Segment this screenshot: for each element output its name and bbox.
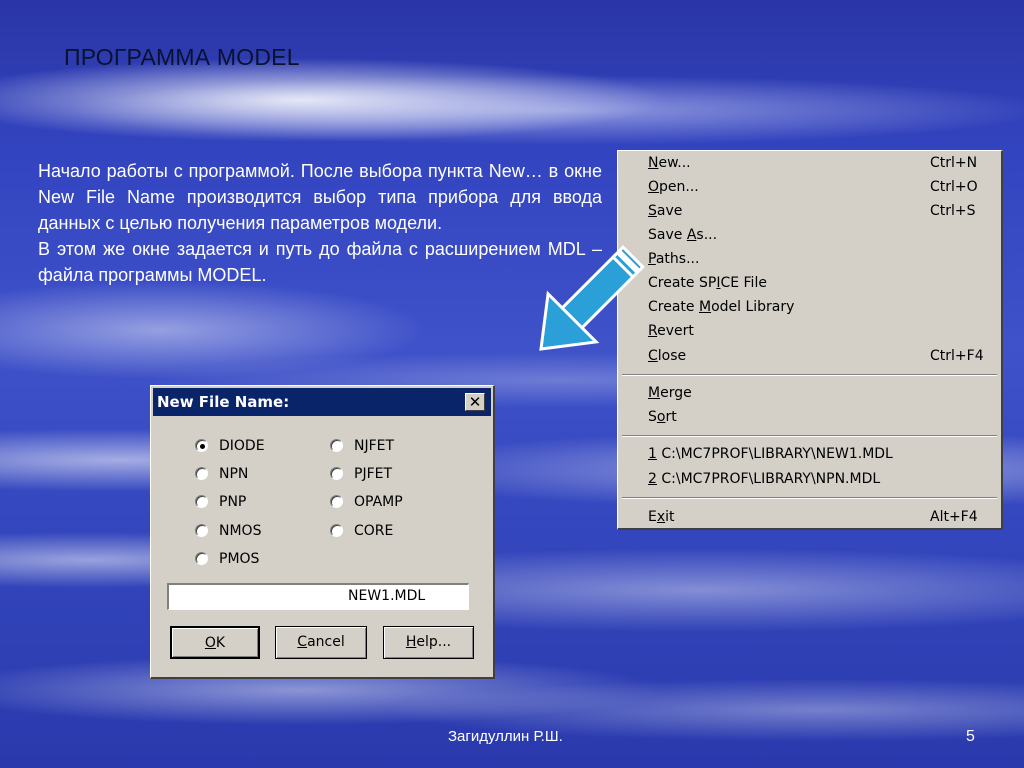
menu-item-paths[interactable]: Paths... [648, 248, 988, 270]
menu-item-close[interactable]: Close Ctrl+F4 [648, 345, 988, 367]
menu-shortcut: Ctrl+N [930, 155, 978, 171]
button-label: K [215, 635, 226, 651]
menu-item-create-spice-file[interactable]: Create SPICE File [648, 272, 988, 294]
menu-shortcut: Ctrl+O [930, 179, 978, 195]
dialog-title: New File Name: [157, 393, 290, 411]
menu-mnemonic: N [648, 155, 659, 171]
menu-item-save-as[interactable]: Save As... [648, 224, 988, 246]
file-name-value: NEW1.MDL [348, 588, 426, 604]
help-button[interactable]: Help... [383, 626, 474, 659]
page-number: 5 [966, 728, 975, 745]
menu-label-suffix: ave [656, 203, 683, 219]
menu-mnemonic: M [698, 299, 712, 315]
button-label: ancel [307, 634, 345, 650]
radio-label: PMOS [219, 551, 260, 567]
menu-mnemonic: 1 [648, 446, 657, 462]
button-mnemonic: O [204, 635, 216, 651]
menu-shortcut: Alt+F4 [930, 509, 978, 525]
menu-label-suffix: odel Library [711, 299, 795, 315]
slide-title: ПРОГРАММА MODEL [64, 44, 300, 70]
radio-label: PJFET [354, 466, 393, 482]
close-icon: ✕ [468, 393, 482, 411]
menu-label-suffix: lose [657, 348, 687, 364]
radio-label: PNP [219, 494, 247, 510]
menu-item-sort[interactable]: Sort [648, 406, 988, 428]
radio-circle [195, 467, 208, 480]
menu-mnemonic: 2 [648, 471, 657, 487]
radio-circle [195, 439, 208, 452]
radio-label: NPN [219, 466, 249, 482]
menu-label-suffix: pen... [659, 179, 699, 195]
menu-label-prefix: Create [648, 299, 699, 315]
menu-mnemonic: A [686, 227, 697, 243]
menu-label-prefix: S [648, 409, 657, 425]
menu-label-suffix: s... [696, 227, 718, 243]
menu-label-suffix: erge [660, 385, 692, 401]
file-name-input[interactable]: NEW1.MDL [167, 583, 469, 610]
arrow-pointer-icon [539, 245, 645, 351]
body-paragraph-2: В этом же окне задается и путь до файла … [38, 239, 602, 285]
radio-label: NMOS [219, 523, 262, 539]
menu-separator [622, 374, 997, 376]
menu-item-recent-file-2[interactable]: 2 C:\MC7PROF\LIBRARY\NPN.MDL [648, 468, 988, 490]
radio-circle [330, 495, 343, 508]
menu-mnemonic: M [648, 385, 661, 401]
radio-circle [330, 467, 343, 480]
slide-body: Начало работы с программой. После выбора… [38, 158, 602, 288]
body-paragraph-1: Начало работы с программой. После выбора… [38, 161, 602, 233]
menu-item-recent-file-1[interactable]: 1 C:\MC7PROF\LIBRARY\NEW1.MDL [648, 443, 988, 465]
menu-item-new[interactable]: New... Ctrl+N [648, 152, 988, 174]
menu-mnemonic: O [648, 179, 660, 195]
menu-label-suffix: evert [657, 323, 694, 339]
menu-label-prefix: Save [648, 227, 687, 243]
menu-label-suffix: CE File [720, 275, 767, 291]
dialog-titlebar: New File Name: ✕ [153, 388, 491, 416]
menu-shortcut: Ctrl+S [930, 203, 976, 219]
menu-label-prefix: Create SP [648, 275, 717, 291]
menu-mnemonic: S [648, 203, 657, 219]
menu-label-suffix: C:\MC7PROF\LIBRARY\NEW1.MDL [656, 446, 893, 462]
menu-separator [622, 435, 997, 437]
button-mnemonic: C [297, 634, 308, 650]
menu-shortcut: Ctrl+F4 [930, 348, 984, 364]
footer-author: Загидуллин Р.Ш. [448, 728, 563, 745]
button-label: elp... [416, 634, 452, 650]
radio-circle [330, 524, 343, 537]
menu-item-merge[interactable]: Merge [648, 382, 988, 404]
ok-button[interactable]: OK [170, 626, 260, 659]
radio-circle [330, 439, 343, 452]
menu-item-create-model-library[interactable]: Create Model Library [648, 296, 988, 318]
radio-label: DIODE [219, 438, 265, 454]
radio-circle [195, 495, 208, 508]
file-menu: New... Ctrl+N Open... Ctrl+O Save Ctrl+S Sa… [617, 150, 1003, 530]
menu-label-suffix: C:\MC7PROF\LIBRARY\NPN.MDL [656, 471, 881, 487]
radio-label: CORE [354, 523, 394, 539]
new-file-name-dialog: New File Name: ✕ DIODE NPN PNP NMOS PMOS… [150, 385, 495, 679]
radio-label: NJFET [354, 438, 395, 454]
cancel-button[interactable]: Cancel [275, 626, 367, 659]
menu-label-suffix: it [665, 509, 675, 525]
radio-circle [195, 524, 208, 537]
button-mnemonic: H [405, 634, 417, 650]
menu-item-revert[interactable]: Revert [648, 320, 988, 342]
menu-item-save[interactable]: Save Ctrl+S [648, 200, 988, 222]
menu-label-suffix: ew... [658, 155, 691, 171]
menu-label-suffix: aths... [655, 251, 700, 267]
menu-item-exit[interactable]: Exit Alt+F4 [648, 506, 988, 528]
radio-selected-dot [200, 444, 205, 449]
radio-label: OPAMP [354, 494, 403, 510]
radio-circle [195, 552, 208, 565]
menu-label-prefix: E [648, 509, 657, 525]
menu-item-open[interactable]: Open... Ctrl+O [648, 176, 988, 198]
menu-mnemonic: x [656, 509, 666, 525]
menu-separator [622, 497, 997, 499]
close-button[interactable]: ✕ [465, 393, 485, 411]
menu-label-suffix: rt [665, 409, 677, 425]
